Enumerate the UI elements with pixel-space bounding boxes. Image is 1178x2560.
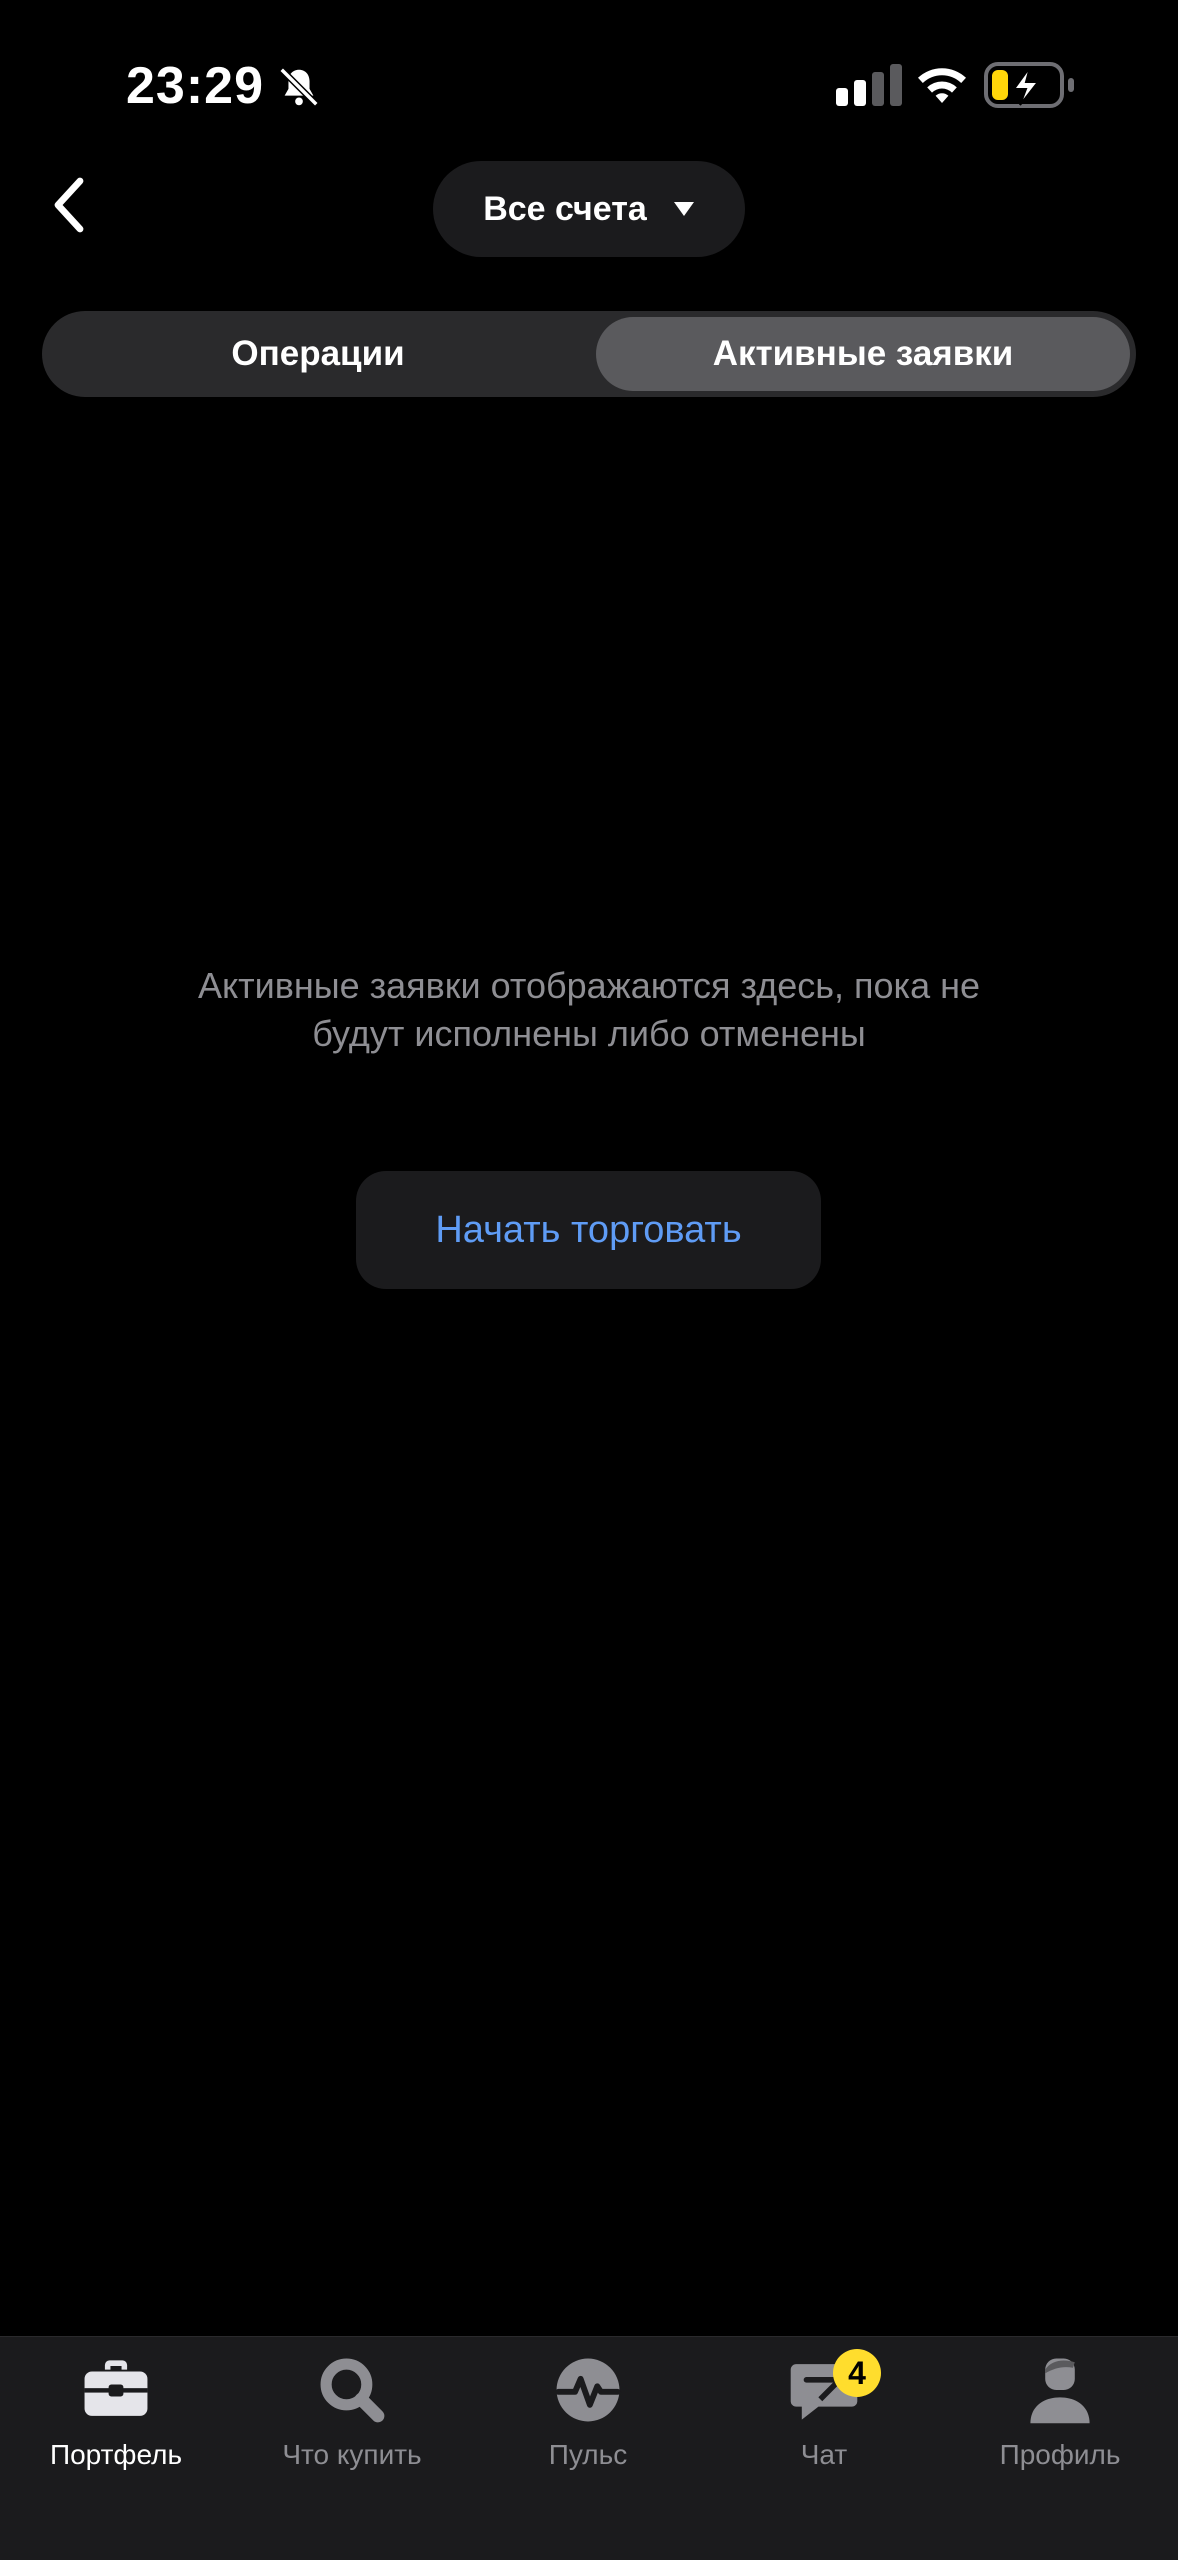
tab-bar-item-what-to-buy[interactable]: Что купить (252, 2337, 452, 2487)
wifi-icon (918, 68, 966, 103)
bell-slash-icon (279, 67, 319, 107)
caret-down-icon (673, 202, 694, 216)
tab-bar-item-pulse[interactable]: Пульс (488, 2337, 688, 2487)
tab-active-orders[interactable]: Активные заявки (596, 317, 1130, 391)
search-icon (320, 2358, 385, 2423)
tab-bar-item-profile[interactable]: Профиль (960, 2337, 1160, 2487)
tab-bar-label: Что купить (282, 2439, 422, 2470)
briefcase-icon (84, 2360, 148, 2416)
chat-unread-badge: 4 (833, 2349, 881, 2397)
status-time: 23:29 (126, 57, 264, 115)
tab-bar-item-chat[interactable]: 4 Чат (724, 2337, 924, 2487)
account-selector-label: Все счета (483, 189, 647, 228)
tab-operations[interactable]: Операции (48, 317, 588, 391)
tab-bar-label: Пульс (548, 2439, 628, 2470)
empty-state-message: Активные заявки отображаются здесь, пока… (197, 965, 981, 1054)
status-bar: 23:29 (0, 0, 1178, 150)
chevron-left-icon (54, 177, 84, 233)
account-selector[interactable]: Все счета (433, 161, 745, 257)
cellular-signal-icon (836, 64, 902, 106)
chat-icon-wrapper: 4 (787, 2349, 881, 2427)
segmented-control: Операции Активные заявки (42, 311, 1136, 397)
active-orders-screen: 23:29 Все счета Операции Активные заявки… (0, 0, 1178, 2560)
battery-charging-icon (984, 62, 1074, 108)
start-trading-button[interactable]: Начать торговать (356, 1171, 821, 1289)
tab-bar-item-portfolio[interactable]: Портфель (16, 2337, 216, 2487)
tab-bar: Портфель Что купить Пульс 4 Чат Профиль (0, 2336, 1178, 2560)
tab-bar-label: Чат (800, 2439, 848, 2470)
profile-icon (1030, 2358, 1090, 2424)
tab-bar-label: Портфель (49, 2439, 183, 2470)
pulse-icon (555, 2358, 621, 2422)
back-button[interactable] (30, 170, 110, 240)
tab-bar-label: Профиль (999, 2439, 1121, 2470)
